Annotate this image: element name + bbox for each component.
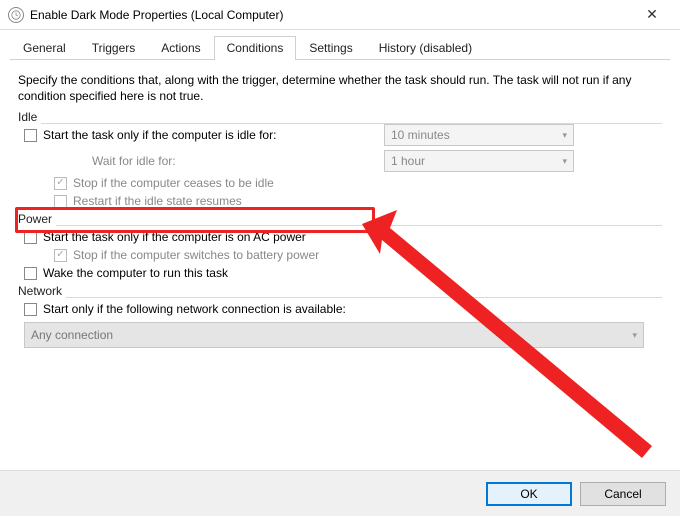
label-stop-battery: Stop if the computer switches to battery… <box>73 248 319 262</box>
checkbox-start-network[interactable] <box>24 303 37 316</box>
checkbox-start-ac[interactable] <box>24 231 37 244</box>
tab-general[interactable]: General <box>10 36 79 60</box>
task-scheduler-icon <box>8 7 24 23</box>
tab-conditions[interactable]: Conditions <box>214 36 297 60</box>
ok-button[interactable]: OK <box>486 482 572 506</box>
checkbox-wake[interactable] <box>24 267 37 280</box>
section-idle-label: Idle <box>18 110 37 124</box>
combo-idle-duration: 10 minutes ▾ <box>384 124 574 146</box>
close-button[interactable]: ✕ <box>632 0 672 30</box>
chevron-down-icon: ▾ <box>562 156 567 167</box>
dialog-footer: OK Cancel <box>0 470 680 516</box>
label-start-network: Start only if the following network conn… <box>43 302 346 316</box>
label-wait-for-idle: Wait for idle for: <box>92 154 384 168</box>
checkbox-stop-not-idle <box>54 177 67 190</box>
label-start-idle: Start the task only if the computer is i… <box>43 128 276 142</box>
combo-network-connection: Any connection ▾ <box>24 322 644 348</box>
titlebar: Enable Dark Mode Properties (Local Compu… <box>0 0 680 30</box>
checkbox-start-idle[interactable] <box>24 129 37 142</box>
label-stop-not-idle: Stop if the computer ceases to be idle <box>73 176 274 190</box>
chevron-down-icon: ▾ <box>562 130 567 141</box>
combo-wait-duration: 1 hour ▾ <box>384 150 574 172</box>
label-restart-idle: Restart if the idle state resumes <box>73 194 242 208</box>
tab-triggers[interactable]: Triggers <box>79 36 149 60</box>
conditions-panel: Specify the conditions that, along with … <box>0 60 680 358</box>
checkbox-restart-idle <box>54 195 67 208</box>
tab-strip: General Triggers Actions Conditions Sett… <box>0 30 680 60</box>
checkbox-stop-battery <box>54 249 67 262</box>
cancel-button[interactable]: Cancel <box>580 482 666 506</box>
chevron-down-icon: ▾ <box>632 330 637 341</box>
tab-actions[interactable]: Actions <box>148 36 213 60</box>
label-start-ac: Start the task only if the computer is o… <box>43 230 306 244</box>
tab-history[interactable]: History (disabled) <box>366 36 485 60</box>
tab-settings[interactable]: Settings <box>296 36 365 60</box>
window-title: Enable Dark Mode Properties (Local Compu… <box>30 8 632 22</box>
section-power-label: Power <box>18 212 52 226</box>
description-text: Specify the conditions that, along with … <box>18 72 662 104</box>
label-wake: Wake the computer to run this task <box>43 266 228 280</box>
section-network-label: Network <box>18 284 62 298</box>
